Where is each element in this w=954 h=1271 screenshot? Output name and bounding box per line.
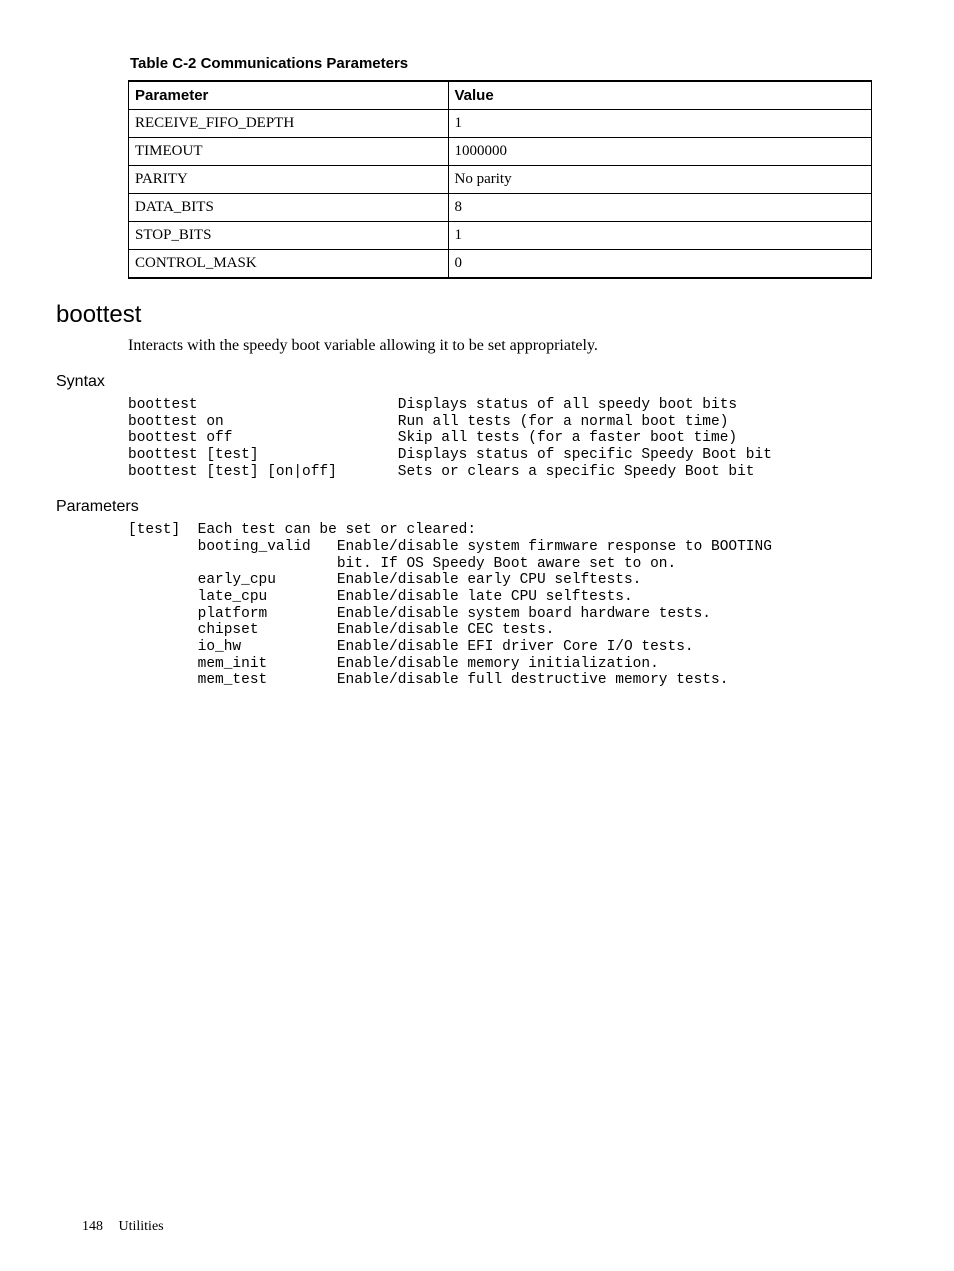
heading-syntax: Syntax [56,373,872,391]
page-number: 148 [82,1219,103,1234]
boottest-description: Interacts with the speedy boot variable … [128,337,872,355]
table-row: RECEIVE_FIFO_DEPTH 1 [129,110,872,138]
table-row: DATA_BITS 8 [129,194,872,222]
page-footer: 148 Utilities [82,1219,164,1235]
table-row: CONTROL_MASK 0 [129,250,872,279]
table-header-row: Parameter Value [129,81,872,110]
communications-parameters-table: Parameter Value RECEIVE_FIFO_DEPTH 1 TIM… [128,80,872,279]
table-row: STOP_BITS 1 [129,222,872,250]
cell-value: 1000000 [448,138,872,166]
parameters-block: [test] Each test can be set or cleared: … [128,522,872,689]
cell-value: 1 [448,222,872,250]
cell-param: TIMEOUT [129,138,449,166]
heading-boottest: boottest [56,301,872,329]
cell-param: RECEIVE_FIFO_DEPTH [129,110,449,138]
syntax-block: boottest Displays status of all speedy b… [128,397,872,480]
cell-value: 0 [448,250,872,279]
footer-section: Utilities [119,1219,164,1234]
cell-value: 8 [448,194,872,222]
cell-value: 1 [448,110,872,138]
table-header-parameter: Parameter [129,81,449,110]
cell-param: PARITY [129,166,449,194]
heading-parameters: Parameters [56,498,872,516]
cell-param: DATA_BITS [129,194,449,222]
cell-param: CONTROL_MASK [129,250,449,279]
table-row: PARITY No parity [129,166,872,194]
table-row: TIMEOUT 1000000 [129,138,872,166]
cell-value: No parity [448,166,872,194]
table-header-value: Value [448,81,872,110]
cell-param: STOP_BITS [129,222,449,250]
table-title: Table C-2 Communications Parameters [130,55,872,72]
